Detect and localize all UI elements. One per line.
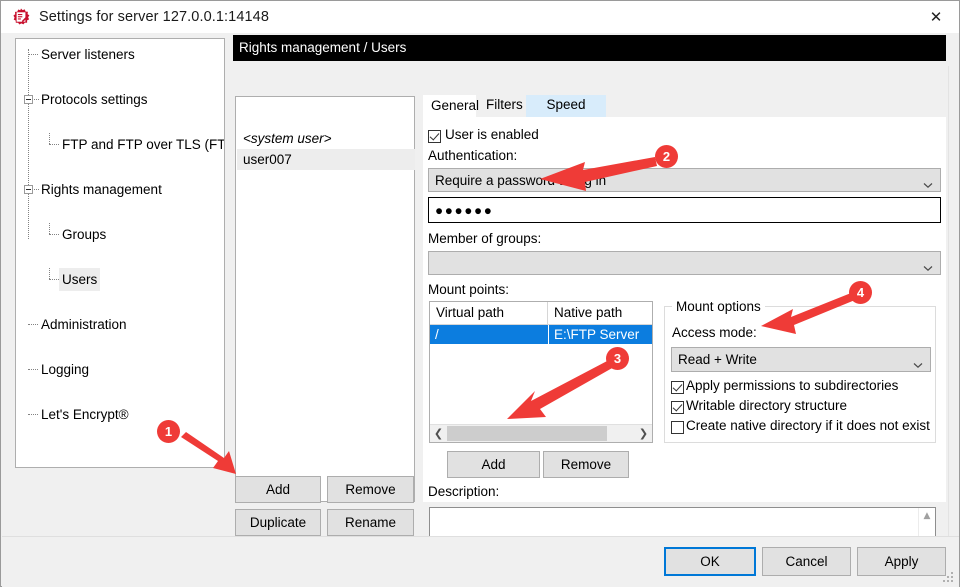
add-user-button[interactable]: Add bbox=[235, 476, 321, 503]
member-of-groups-select[interactable] bbox=[428, 251, 941, 275]
tree-dash-icon bbox=[28, 54, 38, 55]
chevron-down-icon bbox=[923, 177, 933, 189]
settings-dialog: Settings for server 127.0.0.1:14148 ✕ Se… bbox=[0, 0, 960, 587]
mount-points-table[interactable]: Virtual path Native path / E:\FTP Server… bbox=[429, 301, 653, 443]
user-enabled-checkbox[interactable] bbox=[428, 130, 441, 143]
sidebar-item-groups[interactable]: Groups bbox=[16, 223, 224, 246]
cancel-button[interactable]: Cancel bbox=[762, 547, 851, 576]
duplicate-user-button[interactable]: Duplicate bbox=[235, 509, 321, 536]
available-users-list[interactable]: <system user> user007 bbox=[235, 96, 415, 502]
authentication-select[interactable]: Require a password to log in bbox=[428, 168, 941, 192]
sidebar-item-server-listeners[interactable]: Server listeners bbox=[16, 43, 224, 66]
sidebar-item-label: Server listeners bbox=[41, 47, 135, 62]
sidebar-item-label: Let's Encrypt® bbox=[41, 407, 129, 422]
resize-grip[interactable] bbox=[943, 572, 955, 584]
tree-branch-line bbox=[49, 268, 50, 279]
navigation-tree[interactable]: Server listeners Protocols settings FTP … bbox=[15, 38, 225, 468]
description-label: Description: bbox=[428, 484, 500, 499]
sidebar-item-logging[interactable]: Logging bbox=[16, 358, 224, 381]
annotation-marker-2: 2 bbox=[655, 145, 678, 168]
cell-native-path: E:\FTP Server bbox=[548, 325, 652, 344]
tree-branch-line bbox=[49, 223, 50, 234]
dialog-footer: OK Cancel Apply bbox=[2, 536, 959, 587]
panel-divider bbox=[948, 66, 949, 567]
annotation-marker-4: 4 bbox=[849, 281, 872, 304]
sidebar-item-administration[interactable]: Administration bbox=[16, 313, 224, 336]
scrollbar-thumb[interactable] bbox=[447, 426, 607, 441]
authentication-label: Authentication: bbox=[428, 148, 518, 163]
user-enabled-label: User is enabled bbox=[445, 127, 539, 142]
breadcrumb: Rights management / Users bbox=[233, 35, 946, 61]
sidebar-item-label: Users bbox=[59, 268, 101, 291]
remove-user-button[interactable]: Remove bbox=[327, 476, 414, 503]
sidebar-item-label: FTP and FTP over TLS (FTPS) bbox=[62, 137, 225, 152]
access-mode-select[interactable]: Read + Write bbox=[671, 347, 931, 372]
tab-speed-limits[interactable]: Speed Limits bbox=[526, 95, 606, 132]
scroll-right-icon[interactable]: ❯ bbox=[635, 425, 652, 442]
scroll-up-icon[interactable]: ▲ bbox=[919, 508, 935, 524]
access-mode-value: Read + Write bbox=[678, 352, 757, 367]
table-row[interactable]: / E:\FTP Server bbox=[430, 325, 652, 344]
password-field[interactable]: ●●●●●● bbox=[428, 197, 941, 223]
dialog-body: Server listeners Protocols settings FTP … bbox=[2, 33, 959, 567]
window-title: Settings for server 127.0.0.1:14148 bbox=[39, 9, 270, 25]
sidebar-item-lets-encrypt[interactable]: Let's Encrypt® bbox=[16, 403, 224, 426]
horizontal-scrollbar[interactable]: ❮ ❯ bbox=[430, 424, 652, 442]
apply-button[interactable]: Apply bbox=[857, 547, 946, 576]
sidebar-item-label: Protocols settings bbox=[41, 92, 148, 107]
chevron-down-icon bbox=[923, 260, 933, 272]
tree-dash-icon bbox=[28, 414, 38, 415]
list-item[interactable]: user007 bbox=[237, 149, 415, 170]
sidebar-item-label: Groups bbox=[62, 227, 107, 242]
sidebar-item-ftp-ftps[interactable]: FTP and FTP over TLS (FTPS) bbox=[16, 133, 224, 156]
mount-options-title: Mount options bbox=[672, 299, 765, 314]
tree-dash-icon bbox=[34, 99, 39, 100]
ok-button[interactable]: OK bbox=[664, 547, 756, 576]
tree-dash-icon bbox=[34, 189, 39, 190]
tab-filters[interactable]: Filters bbox=[479, 95, 523, 117]
sidebar-item-rights-management[interactable]: Rights management bbox=[16, 178, 224, 201]
cell-virtual-path: / bbox=[435, 327, 439, 342]
tab-general[interactable]: General bbox=[423, 95, 479, 117]
sidebar-item-label: Administration bbox=[41, 317, 127, 332]
add-mount-button[interactable]: Add bbox=[447, 451, 540, 478]
tree-collapse-icon[interactable] bbox=[24, 95, 33, 104]
member-of-groups-label: Member of groups: bbox=[428, 231, 542, 246]
apply-permissions-subdirectories-label: Apply permissions to subdirectories bbox=[686, 378, 899, 393]
scroll-left-icon[interactable]: ❮ bbox=[430, 425, 447, 442]
mount-points-label: Mount points: bbox=[428, 282, 510, 297]
list-item[interactable]: <system user> bbox=[237, 128, 415, 149]
tree-branch-line bbox=[49, 133, 50, 144]
annotation-marker-1: 1 bbox=[157, 420, 180, 443]
tree-dash-icon bbox=[49, 234, 59, 235]
access-mode-label: Access mode: bbox=[672, 325, 757, 340]
remove-mount-button[interactable]: Remove bbox=[543, 451, 629, 478]
annotation-marker-3: 3 bbox=[606, 347, 629, 370]
close-icon[interactable]: ✕ bbox=[913, 1, 959, 32]
table-header-row: Virtual path Native path bbox=[430, 302, 652, 325]
tree-dash-icon bbox=[28, 369, 38, 370]
settings-gear-icon bbox=[12, 8, 30, 26]
create-native-directory-label: Create native directory if it does not e… bbox=[686, 418, 930, 433]
tree-dash-icon bbox=[49, 279, 59, 280]
apply-permissions-subdirectories-checkbox[interactable] bbox=[671, 381, 684, 394]
tree-dash-icon bbox=[49, 144, 59, 145]
sidebar-item-protocols-settings[interactable]: Protocols settings bbox=[16, 88, 224, 111]
sidebar-item-label: Rights management bbox=[41, 182, 162, 197]
chevron-down-icon bbox=[913, 357, 923, 368]
authentication-value: Require a password to log in bbox=[435, 172, 607, 188]
create-native-directory-checkbox[interactable] bbox=[671, 421, 684, 434]
tree-collapse-icon[interactable] bbox=[24, 185, 33, 194]
rename-user-button[interactable]: Rename bbox=[327, 509, 414, 536]
writable-directory-structure-label: Writable directory structure bbox=[686, 398, 848, 413]
column-header-virtual-path[interactable]: Virtual path bbox=[430, 302, 548, 324]
title-bar: Settings for server 127.0.0.1:14148 ✕ bbox=[1, 1, 959, 33]
tree-dash-icon bbox=[28, 324, 38, 325]
sidebar-item-label: Logging bbox=[41, 362, 90, 377]
column-header-native-path[interactable]: Native path bbox=[548, 302, 652, 324]
sidebar-item-users[interactable]: Users bbox=[16, 268, 224, 291]
tab-strip[interactable]: General Filters Speed Limits bbox=[423, 95, 946, 132]
writable-directory-structure-checkbox[interactable] bbox=[671, 401, 684, 414]
